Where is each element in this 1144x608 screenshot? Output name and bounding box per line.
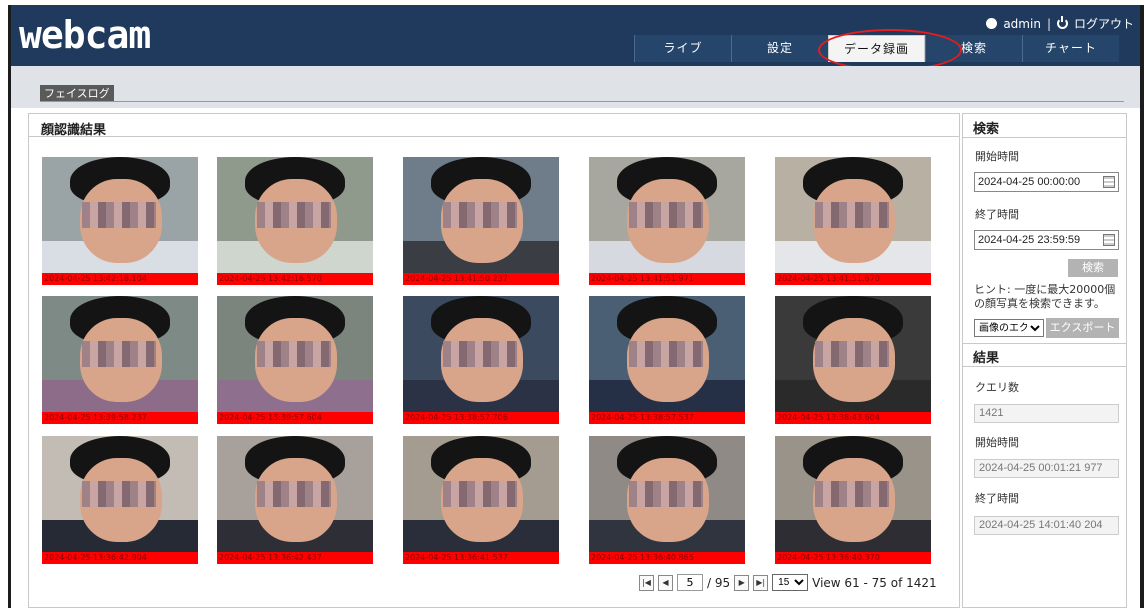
face-card[interactable]: 2024-04-25 13:38:43.604	[775, 296, 931, 424]
first-page-button[interactable]: |◀	[639, 574, 654, 591]
app-logo[interactable]: webcam	[19, 13, 151, 57]
face-photo[interactable]	[775, 436, 931, 552]
end-time-field[interactable]: 2024-04-25 23:59:59	[974, 230, 1119, 250]
face-card[interactable]: 2024-04-25 13:36:40.865	[589, 436, 745, 564]
face-timestamp: 2024-04-25 13:39:58.237	[42, 412, 198, 424]
face-photo[interactable]	[217, 157, 373, 273]
tab-settings[interactable]: 設定	[731, 35, 828, 62]
results-panel: 顔認識結果 2024-04-25 13:42:18.104 2024-04-25 …	[28, 113, 960, 608]
search-title: 検索	[973, 122, 1000, 137]
search-hint: ヒント: 一度に最大20000個の顔写真を検索できます。	[974, 283, 1116, 310]
face-photo[interactable]	[217, 296, 373, 412]
face-photo[interactable]	[589, 296, 745, 412]
face-timestamp: 2024-04-25 13:38:57.706	[403, 412, 559, 424]
calendar-icon[interactable]	[1103, 234, 1115, 246]
face-photo[interactable]	[775, 157, 931, 273]
prev-page-button[interactable]: ◀	[658, 574, 673, 591]
face-photo[interactable]	[42, 296, 198, 412]
face-photo[interactable]	[589, 157, 745, 273]
tab-data-recording[interactable]: データ録画	[828, 35, 925, 62]
face-timestamp: 2024-04-25 13:36:40.865	[589, 552, 745, 564]
result-end-field: 2024-04-25 14:01:40 204	[974, 516, 1119, 535]
face-photo[interactable]	[403, 296, 559, 412]
face-photo[interactable]	[403, 436, 559, 552]
face-timestamp: 2024-04-25 13:39:57.604	[217, 412, 373, 424]
result-title: 結果	[973, 351, 1000, 366]
face-timestamp: 2024-04-25 13:36:42.904	[42, 552, 198, 564]
export-type-select[interactable]: 画像のエクス	[974, 319, 1044, 337]
face-card[interactable]: 2024-04-25 13:36:42.904	[42, 436, 198, 564]
face-card[interactable]: 2024-04-25 13:39:57.604	[217, 296, 373, 424]
face-photo[interactable]	[217, 436, 373, 552]
face-card[interactable]: 2024-04-25 13:41:51.971	[589, 157, 745, 285]
face-timestamp: 2024-04-25 13:36:41.537	[403, 552, 559, 564]
result-start-label: 開始時間	[975, 436, 1019, 449]
face-timestamp: 2024-04-25 13:41:51.670	[775, 273, 931, 285]
total-pages: / 95	[707, 575, 731, 590]
start-time-field[interactable]: 2024-04-25 00:00:00	[974, 172, 1119, 192]
face-timestamp: 2024-04-25 13:36:42.437	[217, 552, 373, 564]
face-card[interactable]: 2024-04-25 13:41:51.670	[775, 157, 931, 285]
face-card[interactable]: 2024-04-25 13:36:40.370	[775, 436, 931, 564]
page-input[interactable]	[677, 574, 703, 591]
face-card[interactable]: 2024-04-25 13:36:42.437	[217, 436, 373, 564]
face-card[interactable]: 2024-04-25 13:42:16.570	[217, 157, 373, 285]
face-card[interactable]: 2024-04-25 13:38:57.706	[403, 296, 559, 424]
breadcrumb[interactable]: フェイスログ	[40, 85, 114, 102]
power-icon[interactable]	[1056, 16, 1068, 29]
end-time-label: 終了時間	[975, 208, 1019, 221]
result-end-label: 終了時間	[975, 492, 1019, 505]
start-time-value: 2024-04-25 00:00:00	[978, 176, 1081, 188]
search-sidebar: 検索 開始時間 2024-04-25 00:00:00 終了時間 2024-04…	[962, 113, 1127, 608]
face-card[interactable]: 2024-04-25 13:36:41.537	[403, 436, 559, 564]
face-photo[interactable]	[403, 157, 559, 273]
per-page-select[interactable]: 15	[772, 574, 809, 591]
calendar-icon[interactable]	[1103, 176, 1115, 188]
face-photo[interactable]	[42, 436, 198, 552]
user-icon	[986, 18, 998, 29]
face-card[interactable]: 2024-04-25 13:39:58.237	[42, 296, 198, 424]
face-timestamp: 2024-04-25 13:41:50.237	[403, 273, 559, 285]
export-button[interactable]: エクスポート	[1046, 318, 1119, 338]
search-button[interactable]: 検索	[1068, 259, 1118, 277]
face-timestamp: 2024-04-25 13:38:43.604	[775, 412, 931, 424]
divider	[40, 101, 1124, 102]
query-count-field: 1421	[974, 404, 1119, 423]
divider	[29, 136, 959, 137]
page-summary: View 61 - 75 of 1421	[812, 575, 937, 590]
start-time-label: 開始時間	[975, 150, 1019, 163]
username[interactable]: admin	[1003, 17, 1041, 31]
face-timestamp: 2024-04-25 13:42:18.104	[42, 273, 198, 285]
divider	[963, 137, 1126, 138]
pagination: |◀ ◀ / 95 ▶ ▶| 15 View 61 - 75 of 1421	[639, 574, 937, 591]
right-border	[1140, 5, 1144, 608]
logout-link[interactable]: ログアウト	[1074, 15, 1134, 32]
face-timestamp: 2024-04-25 13:41:51.971	[589, 273, 745, 285]
tab-chart[interactable]: チャート	[1022, 35, 1119, 62]
app-header: webcam admin | ログアウト ライブ 設定 データ録画 検索 チャー…	[11, 5, 1140, 66]
divider	[963, 343, 1126, 344]
end-time-value: 2024-04-25 23:59:59	[978, 234, 1081, 246]
main-tabs: ライブ 設定 データ録画 検索 チャート	[634, 35, 1119, 62]
face-card[interactable]: 2024-04-25 13:42:18.104	[42, 157, 198, 285]
query-count-label: クエリ数	[975, 381, 1019, 394]
divider	[963, 366, 1126, 367]
tab-live[interactable]: ライブ	[634, 35, 731, 62]
separator: |	[1046, 16, 1051, 31]
tab-search[interactable]: 検索	[925, 35, 1022, 62]
face-timestamp: 2024-04-25 13:42:16.570	[217, 273, 373, 285]
face-photo[interactable]	[775, 296, 931, 412]
face-photo[interactable]	[42, 157, 198, 273]
user-bar: admin | ログアウト	[986, 15, 1134, 32]
face-card[interactable]: 2024-04-25 13:38:57.537	[589, 296, 745, 424]
next-page-button[interactable]: ▶	[734, 574, 750, 591]
face-timestamp: 2024-04-25 13:38:57.537	[589, 412, 745, 424]
face-timestamp: 2024-04-25 13:36:40.370	[775, 552, 931, 564]
face-photo[interactable]	[589, 436, 745, 552]
result-start-field: 2024-04-25 00:01:21 977	[974, 459, 1119, 478]
face-card[interactable]: 2024-04-25 13:41:50.237	[403, 157, 559, 285]
last-page-button[interactable]: ▶|	[753, 574, 769, 591]
